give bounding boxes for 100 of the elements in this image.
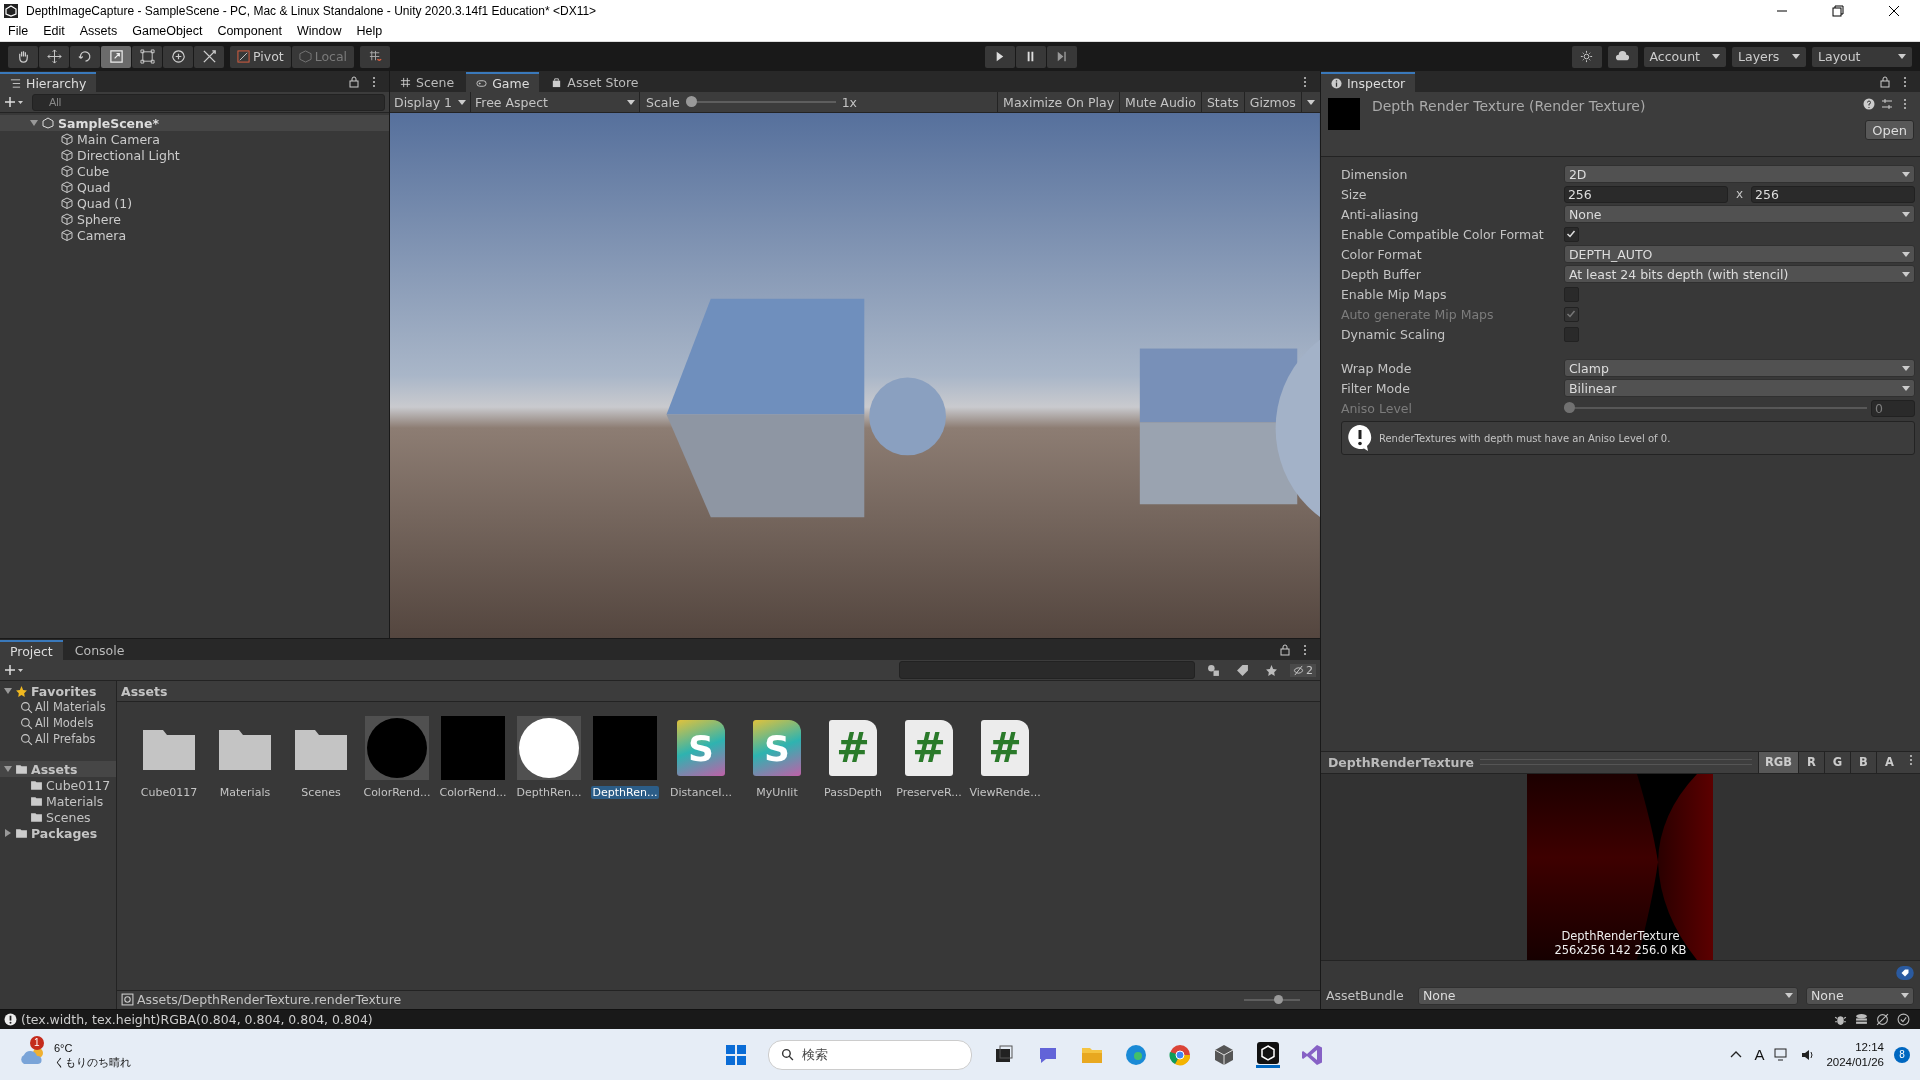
script-file-icon[interactable]: #: [905, 720, 953, 777]
aspect-dropdown[interactable]: Free Aspect: [471, 92, 640, 113]
expand-arrow-icon[interactable]: [4, 765, 12, 774]
temperature[interactable]: 6°C: [54, 1040, 131, 1055]
move-tool-button[interactable]: [39, 45, 69, 68]
hierarchy-item[interactable]: Main Camera: [77, 131, 160, 147]
services-button[interactable]: [1571, 45, 1602, 68]
add-icon[interactable]: [4, 664, 24, 677]
asset-label[interactable]: PreserveR...: [894, 786, 964, 800]
asset-label[interactable]: Scenes: [299, 786, 343, 800]
hierarchy-item[interactable]: Sphere: [77, 211, 122, 227]
property-dropdown[interactable]: At least 24 bits depth (with stencil): [1563, 265, 1915, 284]
open-button[interactable]: Open: [1865, 120, 1914, 141]
weather-text[interactable]: くもりのち晴れ: [54, 1054, 131, 1069]
browser-icon[interactable]: [1168, 1042, 1192, 1067]
asset-label[interactable]: PassDepth: [822, 786, 884, 800]
expand-arrow-icon[interactable]: [4, 687, 12, 696]
hand-tool-button[interactable]: [8, 45, 38, 68]
scale-slider[interactable]: [685, 96, 836, 109]
game-toggle-button[interactable]: Gizmos: [1243, 92, 1301, 113]
play-button[interactable]: [984, 45, 1015, 68]
notification-badge[interactable]: 8: [1894, 1046, 1910, 1063]
assetbundle-dropdown[interactable]: None: [1417, 986, 1798, 1005]
pivot-button[interactable]: Pivot: [230, 45, 291, 68]
menu-item[interactable]: Component: [217, 24, 282, 39]
pause-button[interactable]: [1015, 45, 1046, 68]
menu-item[interactable]: Help: [356, 24, 383, 39]
hierarchy-item[interactable]: Cube: [77, 163, 110, 179]
clock-date[interactable]: 2024/01/26: [1826, 1054, 1884, 1070]
width-field[interactable]: 256: [1563, 185, 1728, 203]
restore-icon[interactable]: [1832, 4, 1844, 17]
property-dropdown[interactable]: Clamp: [1563, 359, 1915, 378]
cloud-button[interactable]: [1607, 45, 1638, 68]
asset-label[interactable]: ColorRend...: [361, 786, 433, 800]
project-tab[interactable]: Project: [0, 640, 63, 661]
folder-item[interactable]: Cube0117: [46, 777, 111, 793]
menu-item[interactable]: GameObject: [132, 24, 203, 39]
game-toggle-button[interactable]: Stats: [1200, 92, 1244, 113]
menu-item[interactable]: Window: [297, 24, 342, 39]
asset-label[interactable]: DistanceI...: [668, 786, 734, 800]
tag-icon[interactable]: [1235, 663, 1249, 677]
asset-label[interactable]: ColorRend...: [437, 786, 509, 800]
texture-thumbnail[interactable]: [441, 716, 505, 781]
filter-type-icon[interactable]: [1206, 663, 1220, 677]
script-file-icon[interactable]: #: [829, 720, 877, 777]
rotate-tool-button[interactable]: [70, 45, 100, 68]
scene-row[interactable]: SampleScene*: [0, 115, 389, 132]
property-dropdown[interactable]: None: [1563, 205, 1915, 224]
hierarchy-item[interactable]: Quad (1): [77, 195, 133, 211]
texture-thumbnail[interactable]: [365, 716, 429, 781]
game-toggle-button[interactable]: Mute Audio: [1119, 92, 1201, 113]
script-file-icon[interactable]: #: [981, 720, 1029, 777]
inspector-tab[interactable]: Inspector: [1320, 72, 1416, 93]
packages-folder-item[interactable]: Packages: [31, 825, 98, 841]
texture-thumbnail[interactable]: [593, 716, 657, 781]
windows-start-icon[interactable]: [724, 1042, 748, 1067]
asset-label[interactable]: DepthRen...: [514, 786, 584, 800]
ime-indicator[interactable]: A: [1754, 1046, 1765, 1064]
favorite-item[interactable]: All Prefabs: [35, 732, 96, 747]
asset-label[interactable]: DepthRen...: [590, 786, 660, 800]
asset-label[interactable]: MyUnlit: [754, 786, 800, 800]
folder-item[interactable]: Materials: [46, 793, 104, 809]
scale-tool-button[interactable]: [101, 45, 131, 68]
step-button[interactable]: [1046, 45, 1077, 68]
add-icon[interactable]: [4, 96, 24, 109]
star-icon[interactable]: [1264, 663, 1278, 677]
property-dropdown[interactable]: DEPTH_AUTO: [1563, 245, 1915, 264]
folder-item[interactable]: Scenes: [46, 809, 91, 825]
check-circle-icon[interactable]: [1897, 1013, 1910, 1027]
cube-app-icon[interactable]: [1212, 1042, 1236, 1067]
property-dropdown[interactable]: Bilinear: [1563, 379, 1915, 398]
game-toggle-button[interactable]: Maximize On Play: [997, 92, 1120, 113]
caret-icon[interactable]: [1306, 99, 1315, 105]
display-dropdown[interactable]: Display 1: [390, 92, 471, 113]
presets-icon[interactable]: [1881, 98, 1893, 111]
view-tab[interactable]: Game: [466, 72, 540, 93]
unity-app-icon[interactable]: [1256, 1041, 1280, 1069]
toolbar-dropdown[interactable]: Account: [1643, 46, 1726, 67]
texture-thumbnail[interactable]: [517, 716, 581, 781]
lock-icon[interactable]: [348, 76, 360, 89]
transform-tool-button[interactable]: [163, 45, 193, 68]
hierarchy-tab[interactable]: Hierarchy: [0, 72, 97, 93]
help-icon[interactable]: [1863, 98, 1875, 111]
grid-snap-button[interactable]: [360, 45, 391, 68]
custom-tool-button[interactable]: [194, 45, 224, 68]
hierarchy-item[interactable]: Quad: [77, 179, 111, 195]
search-field[interactable]: All: [32, 93, 385, 111]
menu-item[interactable]: File: [8, 24, 29, 39]
asset-label[interactable]: Materials: [217, 786, 273, 800]
expand-arrow-icon[interactable]: [4, 829, 12, 838]
cache-icon[interactable]: [1855, 1013, 1868, 1027]
network-icon[interactable]: [1876, 1013, 1889, 1027]
toolbar-dropdown[interactable]: Layers: [1732, 46, 1806, 67]
menu-item[interactable]: Assets: [79, 24, 118, 39]
icon-size-slider[interactable]: [1243, 994, 1300, 1005]
checkbox[interactable]: [1563, 226, 1579, 242]
taskbar-search-field[interactable]: 検索: [768, 1039, 972, 1070]
aniso-slider[interactable]: [1563, 402, 1867, 415]
hierarchy-item[interactable]: Directional Light: [77, 147, 180, 163]
breadcrumb[interactable]: Assets: [121, 683, 168, 699]
